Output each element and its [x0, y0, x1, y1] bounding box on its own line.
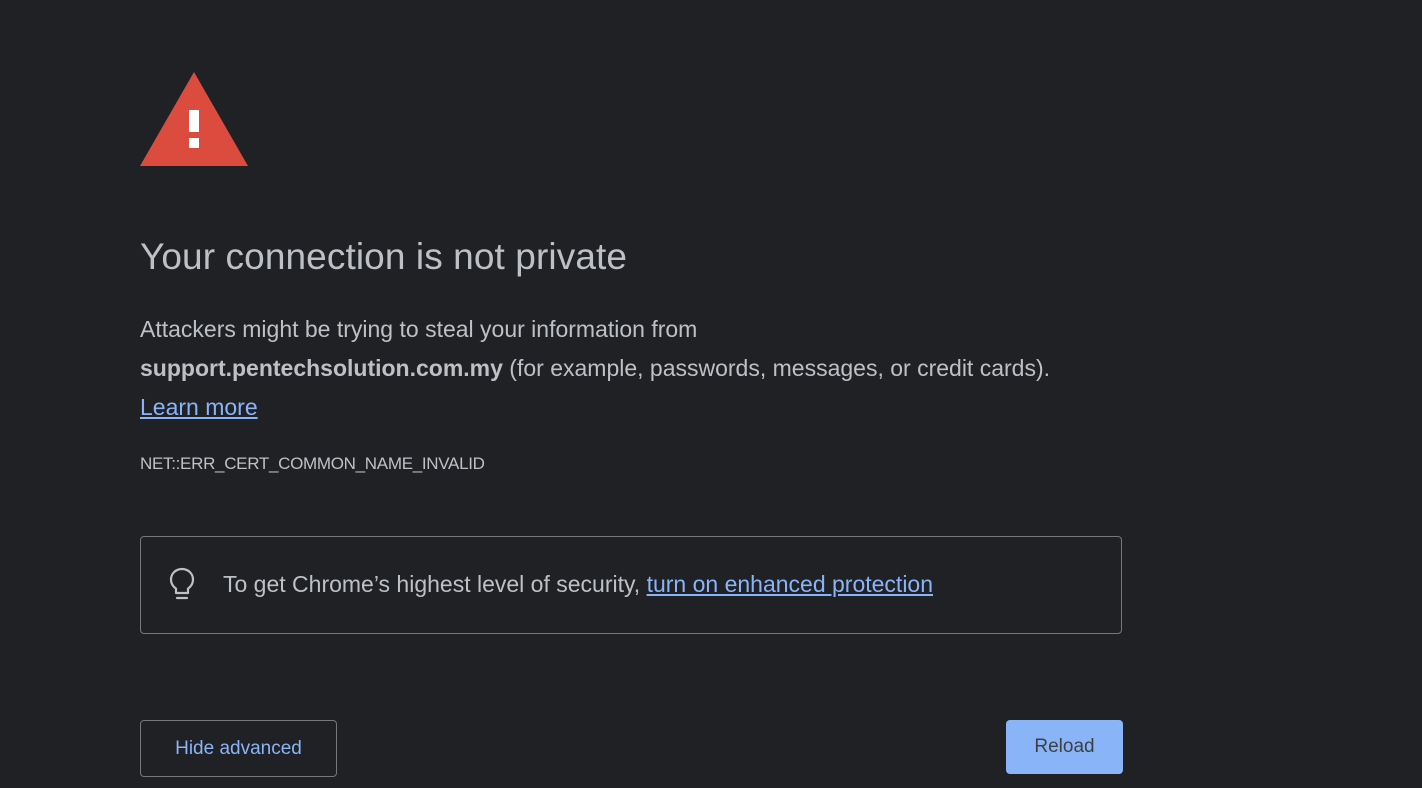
- error-code: NET::ERR_CERT_COMMON_NAME_INVALID: [140, 454, 485, 473]
- warning-triangle-icon: [140, 72, 248, 166]
- enhanced-protection-label: To get Chrome’s highest level of securit…: [223, 571, 647, 597]
- page-title: Your connection is not private: [140, 236, 628, 277]
- hide-advanced-button[interactable]: Hide advanced: [140, 720, 337, 777]
- message-prefix: Attackers might be trying to steal your …: [140, 316, 698, 342]
- warning-message: Attackers might be trying to steal your …: [140, 310, 1140, 427]
- enhanced-protection-text: To get Chrome’s highest level of securit…: [223, 571, 933, 598]
- reload-button[interactable]: Reload: [1006, 720, 1123, 774]
- lightbulb-icon: [169, 567, 195, 600]
- interstitial-page: Your connection is not private Attackers…: [0, 0, 1422, 788]
- learn-more-link[interactable]: Learn more: [140, 394, 258, 420]
- enhanced-protection-link[interactable]: turn on enhanced protection: [647, 571, 933, 597]
- message-suffix: (for example, passwords, messages, or cr…: [502, 355, 1051, 381]
- enhanced-protection-box: To get Chrome’s highest level of securit…: [140, 536, 1122, 634]
- host-name: support.pentechsolution.com.my: [140, 355, 503, 381]
